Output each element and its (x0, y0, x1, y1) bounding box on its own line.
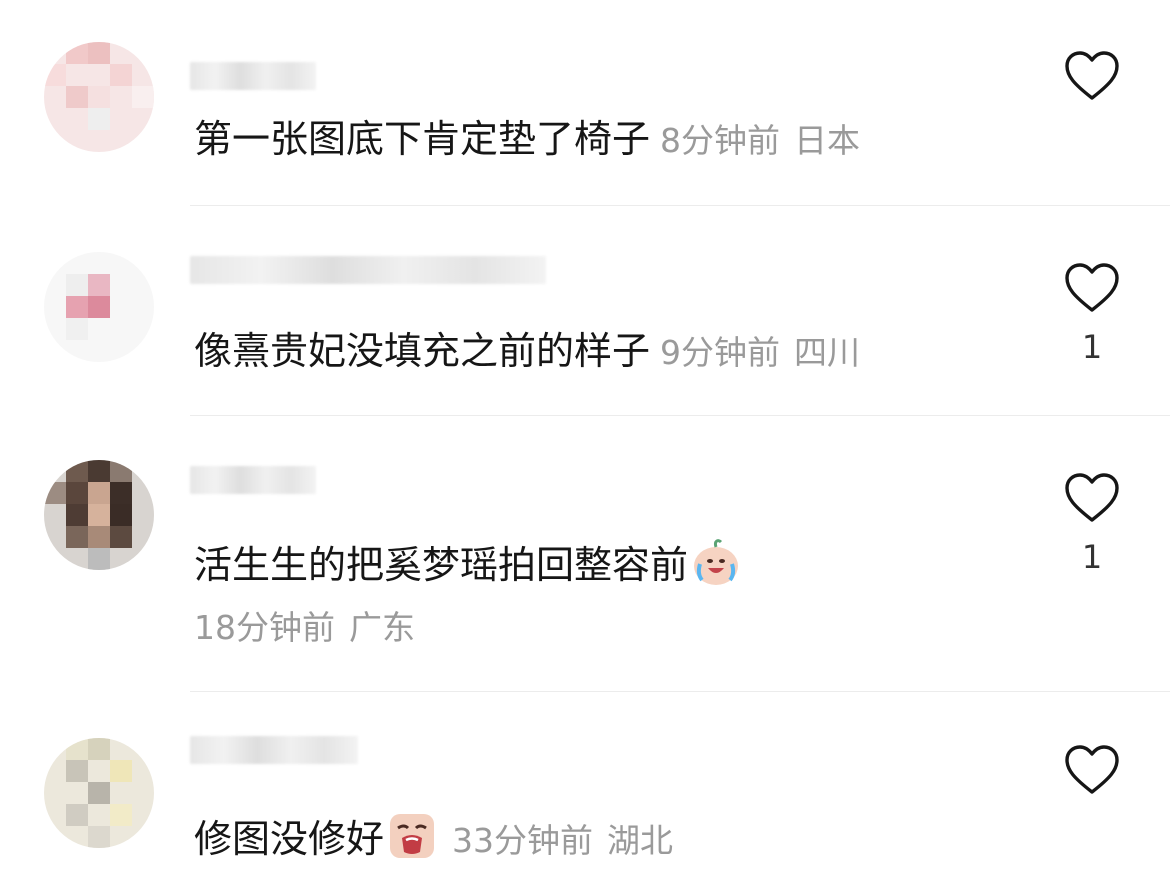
avatar[interactable] (44, 252, 154, 362)
comment-text: 活生生的把奚梦瑶拍回整容前 (194, 536, 742, 590)
comment-time: 9分钟前 (660, 333, 781, 372)
avatar[interactable] (44, 738, 154, 848)
heart-outline-icon[interactable] (1064, 472, 1120, 524)
comment-item[interactable]: 第一张图底下肯定垫了椅子 8分钟前 日本 (0, 0, 1170, 206)
comment-item[interactable]: 活生生的把奚梦瑶拍回整容前 18分钟前 广东 1 (0, 416, 1170, 692)
avatar[interactable] (44, 460, 154, 570)
comment-time: 18分钟前 (194, 608, 335, 647)
comment-meta: 18分钟前 广东 (194, 606, 415, 650)
comment-text: 第一张图底下肯定垫了椅子 8分钟前 日本 (194, 114, 860, 166)
comment-time: 8分钟前 (660, 121, 781, 160)
comment-body: 像熹贵妃没填充之前的样子 (194, 329, 651, 373)
like-count: 1 (1081, 328, 1103, 366)
comment-body: 活生生的把奚梦瑶拍回整容前 (194, 543, 689, 587)
comment-text: 像熹贵妃没填充之前的样子 9分钟前 四川 (194, 326, 860, 378)
username-blurred[interactable] (190, 62, 316, 90)
comment-time: 33分钟前 (452, 821, 594, 860)
comment-location: 湖北 (607, 821, 674, 860)
heart-outline-icon[interactable] (1064, 50, 1120, 102)
comment-item[interactable]: 像熹贵妃没填充之前的样子 9分钟前 四川 1 (0, 206, 1170, 416)
like-count: 1 (1081, 538, 1103, 576)
comment-item[interactable]: 修图没修好 33分钟前 湖北 (0, 692, 1170, 893)
avatar[interactable] (44, 42, 154, 152)
comment-body: 修图没修好 (194, 817, 385, 861)
username-blurred[interactable] (190, 736, 358, 764)
comment-location: 广东 (349, 608, 415, 647)
comment-text: 修图没修好 33分钟前 湖北 (194, 810, 673, 866)
comment-body: 第一张图底下肯定垫了椅子 (194, 117, 651, 161)
comment-location: 四川 (794, 333, 861, 372)
username-blurred[interactable] (190, 466, 316, 494)
heart-outline-icon[interactable] (1064, 262, 1120, 314)
crying-laugh-emoji (694, 539, 739, 585)
sob-emoji (390, 814, 435, 858)
comment-location: 日本 (794, 121, 861, 160)
heart-outline-icon[interactable] (1064, 744, 1120, 796)
username-blurred[interactable] (190, 256, 546, 284)
